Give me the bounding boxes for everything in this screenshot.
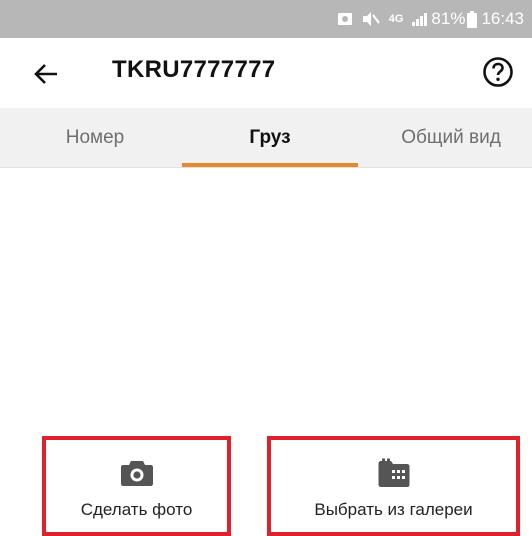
- tab-overview[interactable]: Общий вид: [370, 108, 532, 168]
- arrow-back-icon: [34, 64, 57, 84]
- back-button[interactable]: [28, 56, 64, 92]
- signal-icon: [411, 11, 429, 27]
- help-icon: [483, 57, 513, 87]
- app-bar: TKRU7777777: [0, 38, 532, 108]
- clock: 16:43: [481, 9, 524, 28]
- pick-from-gallery-label: Выбрать из галереи: [314, 500, 473, 519]
- page-title: TKRU7777777: [112, 56, 276, 83]
- help-button[interactable]: [478, 52, 518, 92]
- pick-from-gallery-button[interactable]: Выбрать из галереи: [267, 436, 520, 536]
- network-type-icon: 4G: [388, 13, 404, 25]
- take-photo-button[interactable]: Сделать фото: [42, 436, 231, 536]
- screenshot-notification-icon: [337, 11, 353, 27]
- gallery-icon: [376, 458, 412, 488]
- tab-bar: Номер Груз Общий вид: [0, 108, 532, 168]
- mute-icon: [361, 11, 381, 27]
- battery-icon: [467, 10, 478, 28]
- take-photo-label: Сделать фото: [80, 500, 193, 519]
- tab-number[interactable]: Номер: [20, 108, 170, 168]
- battery-percent: 81%: [431, 9, 466, 28]
- status-bar: 4G 81% 16:43: [0, 0, 532, 38]
- screen: 4G 81% 16:43 TKRU7777777 Номер Груз Общи…: [0, 0, 532, 536]
- camera-icon: [119, 458, 155, 488]
- active-tab-indicator: [182, 163, 358, 167]
- tab-cargo[interactable]: Груз: [182, 108, 358, 168]
